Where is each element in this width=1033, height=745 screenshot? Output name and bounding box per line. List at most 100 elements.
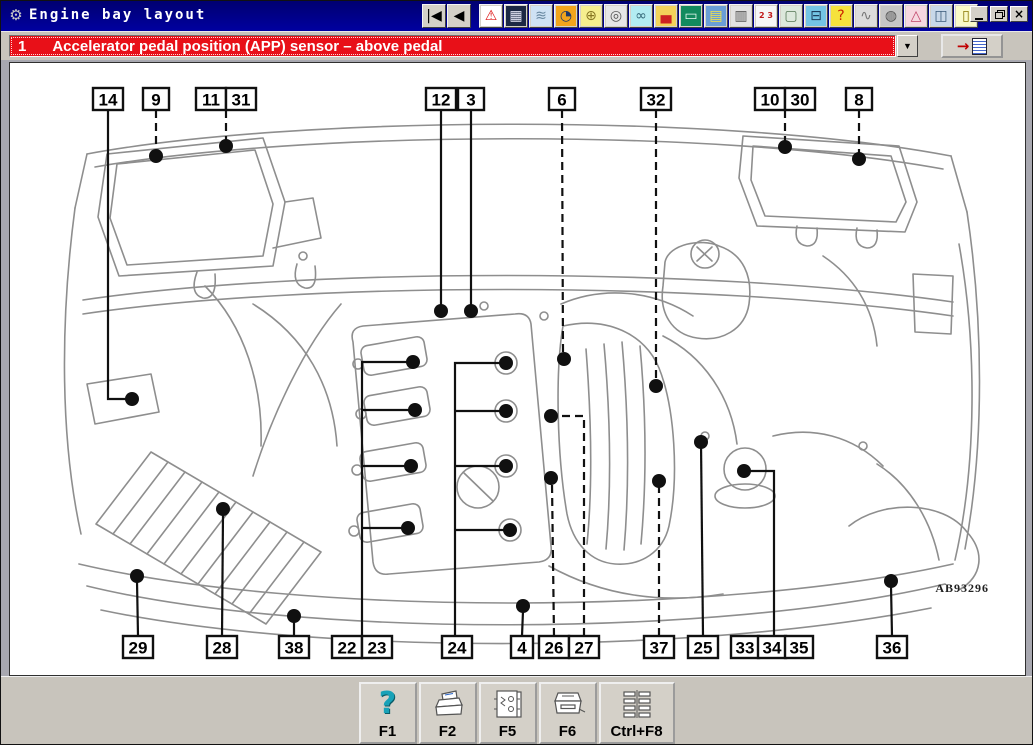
dashboard-icon[interactable]: ▦ [504,4,528,28]
goto-component-list-button[interactable]: → [941,34,1003,58]
window-title: Engine bay layout [29,7,206,23]
svg-text:14: 14 [99,91,118,110]
print-button[interactable]: F2 [419,682,477,744]
chevron-down-icon: ▼ [903,41,912,51]
callout-25[interactable]: 25 [688,435,718,658]
callout-36[interactable]: 36 [877,574,907,658]
svg-text:32: 32 [647,91,666,110]
tire-icon[interactable]: ◎ [604,4,628,28]
fuse-box-icon[interactable]: 2 3 [754,4,778,28]
minimize-icon [975,18,983,20]
print-icon [431,689,465,719]
svg-text:36: 36 [883,639,902,658]
bodywork-icon[interactable]: ▄ [654,4,678,28]
svg-text:28: 28 [213,639,232,658]
timing-gauge-icon[interactable]: ◔ [554,4,578,28]
app-icon: ⚙ [7,7,25,25]
toolbar: |◀◀⚠▦≋◔⊕◎∞▄▭▤▥2 3▢⊟?∿◍△◫▯ [422,4,978,28]
selector-row: 1 Accelerator pedal position (APP) senso… [1,31,1032,60]
search-binoculars-icon[interactable]: ∞ [629,4,653,28]
svg-text:29: 29 [129,639,148,658]
restore-button[interactable] [990,6,1008,22]
svg-text:30: 30 [791,91,810,110]
svg-text:38: 38 [285,639,304,658]
red-arrow-icon: → [957,39,970,54]
callout-3[interactable]: 3 [458,88,484,318]
callout-12[interactable]: 12 [426,88,456,318]
print-diagram-button[interactable]: F6 [539,682,597,744]
svg-text:33: 33 [736,639,755,658]
callout-37[interactable]: 37 [644,474,674,658]
callout-10-30[interactable]: 10 30 [755,88,815,154]
nav-first-button[interactable]: |◀ [422,4,446,28]
svg-text:9: 9 [151,91,160,110]
svg-text:24: 24 [448,639,467,658]
titlebar: ⚙ Engine bay layout |◀◀ ⚠▦≋◔⊕◎∞▄▭▤▥2 3▢⊟?… [1,1,1032,31]
component-test-icon [492,689,524,719]
component-test-button-label: F5 [499,723,517,740]
window-controls: × [970,6,1028,22]
menu-list-button[interactable]: Ctrl+F8 [599,682,675,744]
svg-text:23: 23 [368,639,387,658]
car-body-icon[interactable]: ▢ [779,4,803,28]
help-car-icon[interactable]: ? [829,4,853,28]
abs-icon[interactable]: ◍ [879,4,903,28]
minimize-button[interactable] [970,6,988,22]
svg-text:31: 31 [232,91,251,110]
battery-tester-icon[interactable]: ▥ [729,4,753,28]
component-label: Accelerator pedal position (APP) sensor … [52,38,442,55]
plotter-icon [550,689,586,719]
close-icon: × [1014,7,1024,21]
svg-text:34: 34 [763,639,782,658]
callout-28[interactable]: 28 [207,502,237,658]
close-button[interactable]: × [1010,6,1028,22]
engine-bay-layout-window: ⚙ Engine bay layout |◀◀ ⚠▦≋◔⊕◎∞▄▭▤▥2 3▢⊟?… [0,0,1033,745]
function-key-bar: ? F1 F2 [1,676,1032,745]
chassis-icon[interactable]: ≋ [529,4,553,28]
svg-text:8: 8 [854,91,863,110]
svg-text:26: 26 [545,639,564,658]
svg-text:27: 27 [575,639,594,658]
svg-text:37: 37 [650,639,669,658]
diagnostic-connector-icon[interactable]: ⊟ [804,4,828,28]
help-button[interactable]: ? F1 [359,682,417,744]
vehicle-lift-icon[interactable]: ▭ [679,4,703,28]
svg-text:4: 4 [517,639,527,658]
nav-back-button[interactable]: ◀ [447,4,471,28]
callout-4[interactable]: 4 [511,599,533,658]
callout-29[interactable]: 29 [123,569,153,658]
svg-text:11: 11 [202,91,220,110]
component-test-button[interactable]: F5 [479,682,537,744]
component-index: 1 [18,38,26,55]
wheel-alignment-icon[interactable]: ⊕ [579,4,603,28]
callout-9[interactable]: 9 [143,88,169,163]
callout-22-23[interactable]: 22 23 [332,355,422,658]
print-diagram-button-label: F6 [559,723,577,740]
svg-text:25: 25 [694,639,713,658]
exhaust-icon[interactable]: ∿ [854,4,878,28]
help-button-label: F1 [379,723,397,740]
restore-icon [995,10,1004,18]
diagram-ref-code: AB93296 [935,581,989,595]
svg-text:3: 3 [466,91,475,110]
help-question-icon: ? [379,689,396,719]
svg-text:12: 12 [432,91,451,110]
print-button-label: F2 [439,723,457,740]
traffic-car-icon[interactable]: ◫ [929,4,953,28]
callout-24[interactable]: 24 [442,356,517,658]
svg-text:10: 10 [761,91,780,110]
engine-bay-diagram: AB93296 14911311236321030829283822232442… [10,63,1025,675]
component-selector[interactable]: 1 Accelerator pedal position (APP) senso… [9,35,896,57]
callout-14[interactable]: 14 [93,88,139,406]
document-list-icon [972,38,987,55]
airbag-warning-icon[interactable]: △ [904,4,928,28]
svg-text:6: 6 [557,91,566,110]
warning-triangle-icon[interactable]: ⚠ [479,4,503,28]
svg-text:35: 35 [790,639,809,658]
diagram-panel: AB93296 14911311236321030829283822232442… [9,62,1026,676]
svg-text:22: 22 [338,639,357,658]
callout-33-34-35[interactable]: 33 34 35 [731,464,813,658]
diagram-area: AB93296 14911311236321030829283822232442… [1,60,1032,676]
engine-icon[interactable]: ▤ [704,4,728,28]
selector-dropdown-button[interactable]: ▼ [897,35,918,57]
